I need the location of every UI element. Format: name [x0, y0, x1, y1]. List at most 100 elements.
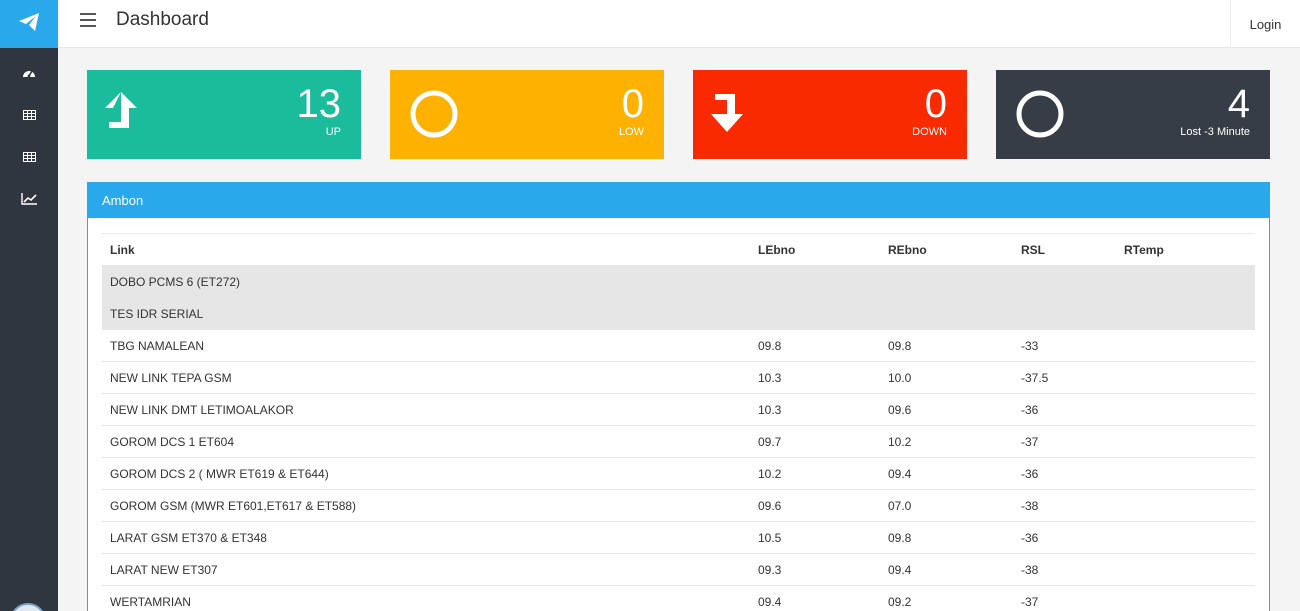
- table-row[interactable]: TES IDR SERIAL: [102, 297, 1255, 330]
- cell-rebno: 10.0: [880, 361, 1013, 394]
- cell-rebno: 07.0: [880, 489, 1013, 522]
- cell-lebno: 09.6: [750, 489, 880, 522]
- cell-lebno: 09.7: [750, 425, 880, 458]
- table-row[interactable]: GOROM DCS 1 ET604 09.7 10.2 -37: [102, 425, 1255, 458]
- table-row[interactable]: DOBO PCMS 6 (ET272): [102, 265, 1255, 298]
- menu-toggle-icon[interactable]: [80, 13, 96, 27]
- avatar[interactable]: [10, 603, 46, 611]
- cell-rebno: 09.8: [880, 521, 1013, 554]
- stat-card-up[interactable]: 13 UP: [87, 70, 361, 159]
- table-row[interactable]: WERTAMRIAN 09.4 09.2 -37: [102, 585, 1255, 611]
- cell-link: NEW LINK TEPA GSM: [102, 361, 750, 394]
- sidebar-item-chart[interactable]: [0, 178, 58, 220]
- table-row[interactable]: NEW LINK TEPA GSM 10.3 10.0 -37.5: [102, 361, 1255, 394]
- cell-link: GOROM GSM (MWR ET601,ET617 & ET588): [102, 489, 750, 522]
- panel-title: Ambon: [88, 183, 1269, 218]
- cell-link: LARAT NEW ET307: [102, 553, 750, 586]
- cell-link: WERTAMRIAN: [102, 585, 750, 611]
- cell-rsl: -36: [1013, 521, 1116, 554]
- col-rtemp[interactable]: RTemp: [1116, 233, 1255, 266]
- cell-rsl: [1013, 265, 1116, 298]
- sidebar-item-table-1[interactable]: [0, 94, 58, 136]
- table-row[interactable]: NEW LINK DMT LETIMOALAKOR 10.3 09.6 -36: [102, 393, 1255, 426]
- cell-link: GOROM DCS 2 ( MWR ET619 & ET644): [102, 457, 750, 490]
- cell-lebno: 10.3: [750, 361, 880, 394]
- cell-rebno: 09.4: [880, 553, 1013, 586]
- stat-low-value: 0: [621, 82, 644, 126]
- stat-down-value: 0: [924, 82, 947, 126]
- cell-rsl: -36: [1013, 393, 1116, 426]
- cell-rtemp: [1116, 457, 1255, 490]
- sidebar-item-table-2[interactable]: [0, 136, 58, 178]
- cell-rsl: -36: [1013, 457, 1116, 490]
- cell-rsl: -38: [1013, 489, 1116, 522]
- table-row[interactable]: TBG NAMALEAN 09.8 09.8 -33: [102, 329, 1255, 362]
- stat-card-down[interactable]: 0 DOWN: [693, 70, 967, 159]
- cell-lebno: 10.2: [750, 457, 880, 490]
- cell-lebno: 09.8: [750, 329, 880, 362]
- cell-lebno: 10.3: [750, 393, 880, 426]
- stat-lost-label: Lost -3 Minute: [1180, 126, 1250, 138]
- arrow-down-icon: [711, 88, 763, 140]
- cell-lebno: [750, 297, 880, 330]
- ring-icon: [408, 88, 460, 140]
- table-icon: [22, 110, 36, 120]
- cell-rtemp: [1116, 265, 1255, 298]
- brand-logo[interactable]: [0, 0, 58, 48]
- stat-card-lost[interactable]: 4 Lost -3 Minute: [996, 70, 1270, 159]
- stat-up-value: 13: [296, 82, 342, 126]
- table-header-row: Link LEbno REbno RSL RTemp: [102, 233, 1255, 266]
- table-row[interactable]: LARAT GSM ET370 & ET348 10.5 09.8 -36: [102, 521, 1255, 554]
- sidebar-item-dashboard[interactable]: [0, 52, 58, 94]
- cell-rebno: [880, 297, 1013, 330]
- top-header: Dashboard Login: [58, 0, 1300, 48]
- table-row[interactable]: GOROM GSM (MWR ET601,ET617 & ET588) 09.6 0…: [102, 489, 1255, 522]
- cell-rtemp: [1116, 425, 1255, 458]
- col-rsl[interactable]: RSL: [1013, 233, 1116, 266]
- col-lebno[interactable]: LEbno: [750, 233, 880, 266]
- cell-link: LARAT GSM ET370 & ET348: [102, 521, 750, 554]
- cell-lebno: 09.3: [750, 553, 880, 586]
- cell-rtemp: [1116, 297, 1255, 330]
- table-row[interactable]: GOROM DCS 2 ( MWR ET619 & ET644) 10.2 09.4…: [102, 457, 1255, 490]
- sidebar: [0, 0, 58, 611]
- cell-link: TBG NAMALEAN: [102, 329, 750, 362]
- cell-link: GOROM DCS 1 ET604: [102, 425, 750, 458]
- cell-rebno: 09.2: [880, 585, 1013, 611]
- cell-rsl: -37: [1013, 425, 1116, 458]
- cell-lebno: 10.5: [750, 521, 880, 554]
- cell-rsl: [1013, 297, 1116, 330]
- cell-link: NEW LINK DMT LETIMOALAKOR: [102, 393, 750, 426]
- cell-rebno: [880, 265, 1013, 298]
- cell-rsl: -38: [1013, 553, 1116, 586]
- stat-up-label: UP: [325, 126, 341, 138]
- cell-lebno: [750, 265, 880, 298]
- col-rebno[interactable]: REbno: [880, 233, 1013, 266]
- cell-link: TES IDR SERIAL: [102, 297, 750, 330]
- stat-card-low[interactable]: 0 LOW: [390, 70, 664, 159]
- col-link[interactable]: Link: [102, 233, 750, 266]
- cell-rtemp: [1116, 393, 1255, 426]
- cell-rsl: -37: [1013, 585, 1116, 611]
- cell-rebno: 09.4: [880, 457, 1013, 490]
- links-panel: Ambon Link LEbno REbno RSL RTemp DOBO PC…: [87, 182, 1270, 611]
- cell-link: DOBO PCMS 6 (ET272): [102, 265, 750, 298]
- cell-rebno: 09.8: [880, 329, 1013, 362]
- cell-lebno: 09.4: [750, 585, 880, 611]
- arrow-up-icon: [105, 88, 157, 140]
- table-row[interactable]: LARAT NEW ET307 09.3 09.4 -38: [102, 553, 1255, 586]
- line-chart-icon: [21, 193, 37, 205]
- cell-rsl: -33: [1013, 329, 1116, 362]
- stat-low-label: LOW: [618, 126, 644, 138]
- stat-down-label: DOWN: [912, 126, 947, 138]
- cell-rtemp: [1116, 489, 1255, 522]
- dashboard-icon: [22, 68, 36, 78]
- links-table: Link LEbno REbno RSL RTemp DOBO PCMS 6 (…: [102, 233, 1255, 611]
- table-icon: [22, 152, 36, 162]
- cell-rtemp: [1116, 329, 1255, 362]
- cell-rsl: -37.5: [1013, 361, 1116, 394]
- cell-rtemp: [1116, 521, 1255, 554]
- login-link[interactable]: Login: [1230, 0, 1300, 48]
- cell-rtemp: [1116, 361, 1255, 394]
- cell-rtemp: [1116, 553, 1255, 586]
